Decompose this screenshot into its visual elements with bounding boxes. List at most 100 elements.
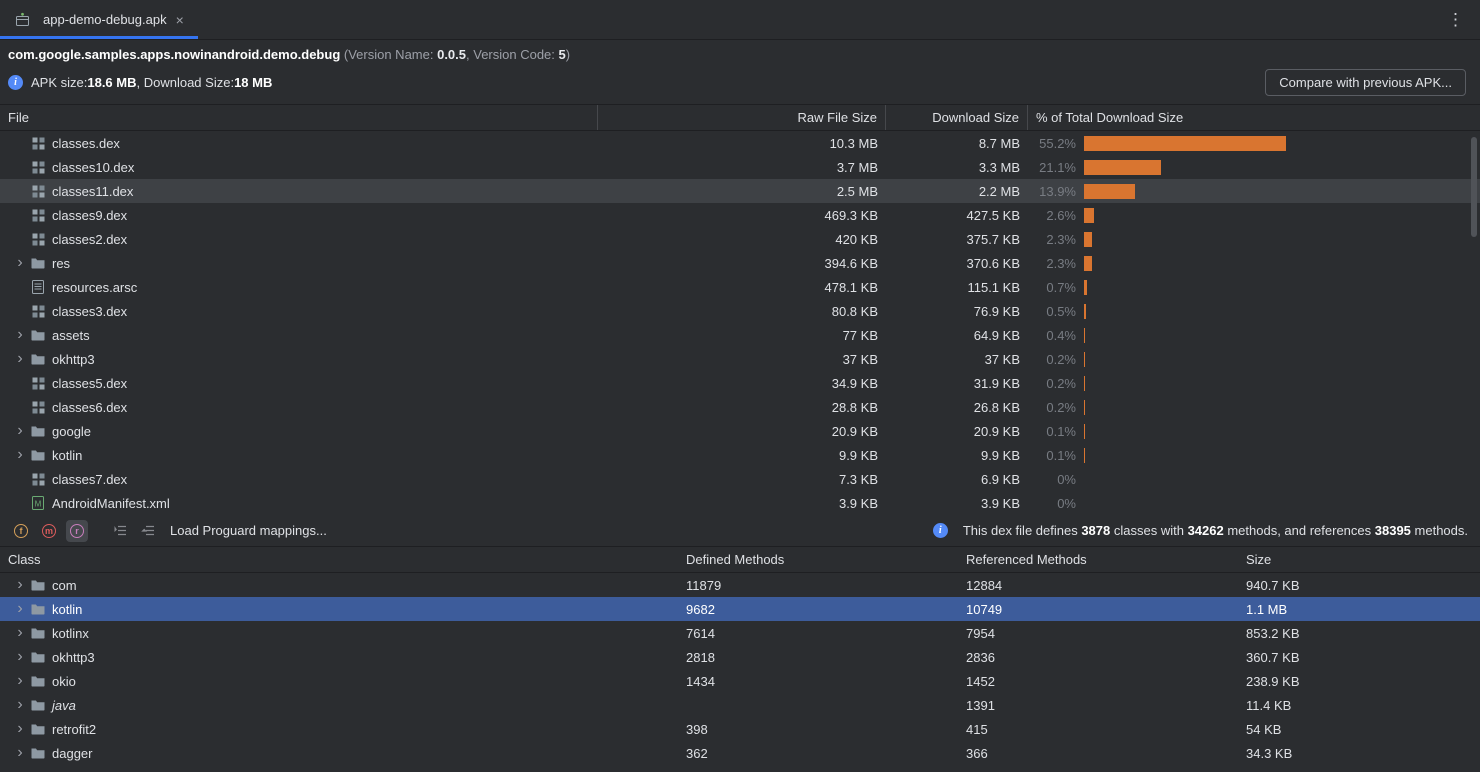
- class-package-name: com: [52, 578, 77, 593]
- class-row-dagger[interactable]: ›dagger36236634.3 KB: [0, 741, 1480, 765]
- file-row-kotlin[interactable]: ›kotlin9.9 KB9.9 KB0.1%: [0, 443, 1480, 467]
- pct-of-total-download: 55.2%: [1028, 136, 1076, 151]
- file-name: assets: [52, 328, 90, 343]
- download-size: 6.9 KB: [886, 472, 1028, 487]
- column-header-referenced-methods[interactable]: Referenced Methods: [950, 547, 1230, 572]
- compare-previous-apk-button[interactable]: Compare with previous APK...: [1265, 69, 1466, 96]
- download-pct-bar: [1084, 232, 1092, 247]
- collapse-all-icon[interactable]: [136, 520, 158, 542]
- chevron-right-icon[interactable]: ›: [12, 722, 28, 736]
- file-row-google[interactable]: ›google20.9 KB20.9 KB0.1%: [0, 419, 1480, 443]
- file-row-classes2.dex[interactable]: ›classes2.dex420 KB375.7 KB2.3%: [0, 227, 1480, 251]
- class-package-name: okio: [52, 674, 76, 689]
- file-name-cell: ›okhttp3: [0, 351, 598, 367]
- show-fields-icon[interactable]: f: [10, 520, 32, 542]
- file-name: google: [52, 424, 91, 439]
- chevron-right-icon[interactable]: ›: [12, 626, 28, 640]
- package-name: com.google.samples.apps.nowinandroid.dem…: [8, 47, 340, 62]
- dex-file-icon: [30, 135, 46, 151]
- download-size: 20.9 KB: [886, 424, 1028, 439]
- class-name-cell: ›java: [0, 697, 670, 713]
- column-header-size[interactable]: Size: [1230, 547, 1480, 572]
- defined-methods: 398: [670, 722, 950, 737]
- package-folder-icon: [30, 673, 46, 689]
- load-proguard-mappings-button[interactable]: Load Proguard mappings...: [170, 523, 327, 538]
- class-row-okio[interactable]: ›okio14341452238.9 KB: [0, 669, 1480, 693]
- class-row-java[interactable]: ›java139111.4 KB: [0, 693, 1480, 717]
- raw-file-size: 37 KB: [598, 352, 886, 367]
- download-pct-bar: [1084, 328, 1085, 343]
- file-row-classes10.dex[interactable]: ›classes10.dex3.7 MB3.3 MB21.1%: [0, 155, 1480, 179]
- file-name: classes7.dex: [52, 472, 127, 487]
- show-methods-icon[interactable]: m: [38, 520, 60, 542]
- referenced-methods: 7954: [950, 626, 1230, 641]
- file-row-classes9.dex[interactable]: ›classes9.dex469.3 KB427.5 KB2.6%: [0, 203, 1480, 227]
- chevron-right-icon[interactable]: ›: [12, 650, 28, 664]
- chevron-right-icon[interactable]: ›: [12, 602, 28, 616]
- package-size: 1.1 MB: [1230, 602, 1480, 617]
- file-row-resources.arsc[interactable]: ›resources.arsc478.1 KB115.1 KB0.7%: [0, 275, 1480, 299]
- package-size: 34.3 KB: [1230, 746, 1480, 761]
- file-row-assets[interactable]: ›assets77 KB64.9 KB0.4%: [0, 323, 1480, 347]
- file-name: classes.dex: [52, 136, 120, 151]
- column-header-class[interactable]: Class: [0, 547, 670, 572]
- pct-cell: 0%: [1028, 472, 1480, 487]
- chevron-right-icon[interactable]: ›: [12, 698, 28, 712]
- class-row-okhttp3[interactable]: ›okhttp328182836360.7 KB: [0, 645, 1480, 669]
- file-row-AndroidManifest.xml[interactable]: ›MAndroidManifest.xml3.9 KB3.9 KB0%: [0, 491, 1480, 515]
- class-row-kotlinx[interactable]: ›kotlinx76147954853.2 KB: [0, 621, 1480, 645]
- raw-file-size: 478.1 KB: [598, 280, 886, 295]
- file-name: kotlin: [52, 448, 82, 463]
- show-references-icon[interactable]: r: [66, 520, 88, 542]
- file-name-cell: ›MAndroidManifest.xml: [0, 495, 598, 511]
- kebab-menu-icon[interactable]: ⋮: [1431, 10, 1480, 30]
- raw-file-size: 34.9 KB: [598, 376, 886, 391]
- tab-close-icon[interactable]: ×: [174, 12, 186, 28]
- chevron-right-icon[interactable]: ›: [12, 578, 28, 592]
- column-header-raw-file-size[interactable]: Raw File Size: [598, 105, 886, 130]
- chevron-right-icon[interactable]: ›: [12, 256, 28, 270]
- package-folder-icon: [30, 625, 46, 641]
- tab-apk-file[interactable]: app-demo-debug.apk ×: [0, 0, 198, 39]
- package-header: com.google.samples.apps.nowinandroid.dem…: [0, 40, 1480, 64]
- file-row-classes6.dex[interactable]: ›classes6.dex28.8 KB26.8 KB0.2%: [0, 395, 1480, 419]
- folder-icon: [30, 447, 46, 463]
- download-size: 375.7 KB: [886, 232, 1028, 247]
- file-row-classes11.dex[interactable]: ›classes11.dex2.5 MB2.2 MB13.9%: [0, 179, 1480, 203]
- file-name: res: [52, 256, 70, 271]
- column-header-file[interactable]: File: [0, 105, 598, 130]
- download-size: 427.5 KB: [886, 208, 1028, 223]
- folder-icon: [30, 255, 46, 271]
- column-header-download-size[interactable]: Download Size: [886, 105, 1028, 130]
- class-row-com[interactable]: ›com1187912884940.7 KB: [0, 573, 1480, 597]
- package-size: 853.2 KB: [1230, 626, 1480, 641]
- column-header-defined-methods[interactable]: Defined Methods: [670, 547, 950, 572]
- pct-cell: 21.1%: [1028, 160, 1480, 175]
- chevron-right-icon[interactable]: ›: [12, 328, 28, 342]
- file-name: classes9.dex: [52, 208, 127, 223]
- tab-label: app-demo-debug.apk: [43, 12, 167, 27]
- chevron-right-icon[interactable]: ›: [12, 746, 28, 760]
- file-row-classes5.dex[interactable]: ›classes5.dex34.9 KB31.9 KB0.2%: [0, 371, 1480, 395]
- expand-all-icon[interactable]: [108, 520, 130, 542]
- file-name-cell: › res: [0, 255, 598, 271]
- pct-of-total-download: 0.1%: [1028, 448, 1076, 463]
- info-icon: i: [8, 75, 23, 90]
- chevron-right-icon[interactable]: ›: [12, 674, 28, 688]
- class-row-kotlin[interactable]: ›kotlin9682107491.1 MB: [0, 597, 1480, 621]
- column-header-pct-total-download[interactable]: % of Total Download Size: [1028, 105, 1480, 130]
- file-row-classes3.dex[interactable]: ›classes3.dex80.8 KB76.9 KB0.5%: [0, 299, 1480, 323]
- file-row-classes7.dex[interactable]: ›classes7.dex7.3 KB6.9 KB0%: [0, 467, 1480, 491]
- file-row-classes.dex[interactable]: ›classes.dex10.3 MB8.7 MB55.2%: [0, 131, 1480, 155]
- class-name-cell: ›retrofit2: [0, 721, 670, 737]
- file-row-okhttp3[interactable]: ›okhttp337 KB37 KB0.2%: [0, 347, 1480, 371]
- class-row-retrofit2[interactable]: ›retrofit239841554 KB: [0, 717, 1480, 741]
- chevron-right-icon[interactable]: ›: [12, 448, 28, 462]
- defined-methods: 1434: [670, 674, 950, 689]
- file-row-res[interactable]: ›res394.6 KB370.6 KB2.3%: [0, 251, 1480, 275]
- chevron-right-icon[interactable]: ›: [12, 352, 28, 366]
- defined-methods: 11879: [670, 578, 950, 593]
- vertical-scrollbar[interactable]: [1471, 137, 1477, 237]
- chevron-right-icon[interactable]: ›: [12, 424, 28, 438]
- file-name-cell: ›classes11.dex: [0, 183, 598, 199]
